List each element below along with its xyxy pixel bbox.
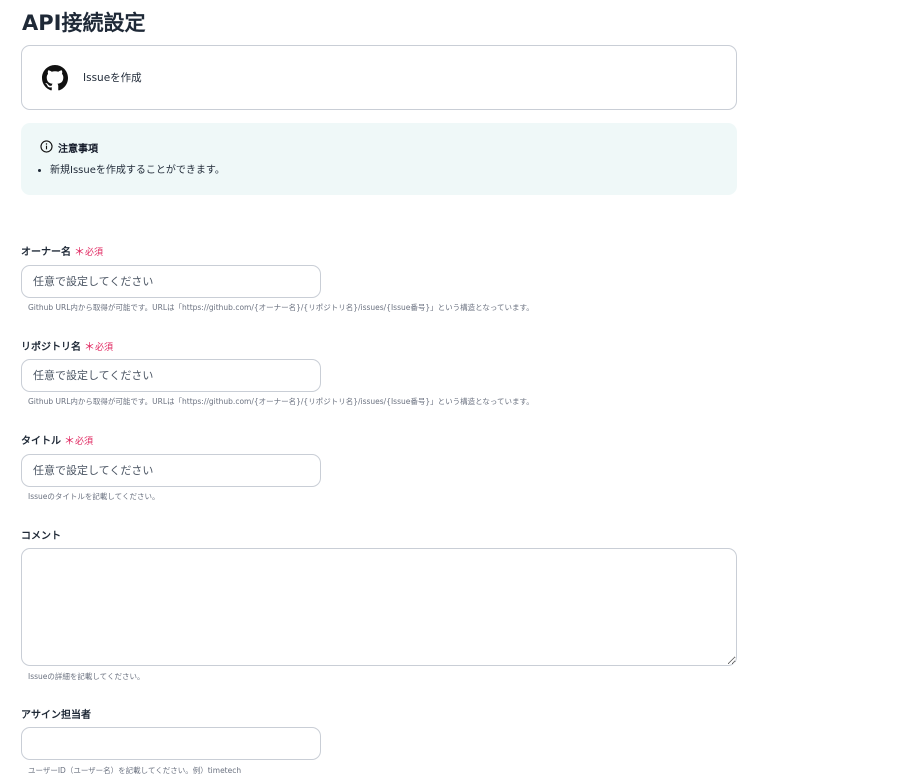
required-badge: ＊必須 xyxy=(64,434,94,447)
required-text: 必須 xyxy=(75,437,94,447)
owner-label-text: オーナー名 xyxy=(21,247,71,258)
info-icon xyxy=(40,140,53,153)
notice-item: 新規Issueを作成することができます。 xyxy=(50,161,225,176)
title-label: タイトル ＊必須 xyxy=(21,432,93,448)
repo-help: Github URL内から取得が可能です。URLは「https://github… xyxy=(28,397,534,406)
required-star: ＊ xyxy=(84,340,95,353)
owner-help: Github URL内から取得が可能です。URLは「https://github… xyxy=(28,303,534,312)
required-text: 必須 xyxy=(85,248,104,258)
notice-list: 新規Issueを作成することができます。 xyxy=(50,161,225,176)
owner-label: オーナー名 ＊必須 xyxy=(21,243,103,259)
github-icon xyxy=(42,65,68,91)
assignee-input[interactable] xyxy=(21,727,321,760)
comment-help: Issueの詳細を記載してください。 xyxy=(28,672,145,681)
title-help: Issueのタイトルを記載してください。 xyxy=(28,492,160,501)
owner-input[interactable] xyxy=(21,265,321,298)
assignee-label: アサイン担当者 xyxy=(21,710,91,721)
required-text: 必須 xyxy=(95,343,114,353)
required-badge: ＊必須 xyxy=(74,245,104,258)
comment-label: コメント xyxy=(21,531,61,542)
repo-label-text: リポジトリ名 xyxy=(21,342,81,353)
required-star: ＊ xyxy=(74,245,85,258)
page-title: API接続設定 xyxy=(22,11,146,35)
repo-input[interactable] xyxy=(21,359,321,392)
repo-label: リポジトリ名 ＊必須 xyxy=(21,338,113,354)
action-selector[interactable]: Issueを作成 xyxy=(21,45,737,110)
title-input[interactable] xyxy=(21,454,321,487)
title-label-text: タイトル xyxy=(21,436,61,447)
notice-box: 注意事項 新規Issueを作成することができます。 xyxy=(21,123,737,195)
notice-title: 注意事項 xyxy=(58,144,98,155)
comment-textarea[interactable] xyxy=(21,548,737,666)
action-label: Issueを作成 xyxy=(83,72,142,84)
api-settings-page: API接続設定 Issueを作成 注意事項 新規Issueを作成することができま… xyxy=(0,0,904,781)
assignee-help: ユーザーID（ユーザー名）を記載してください。例）timetech xyxy=(28,766,242,775)
required-star: ＊ xyxy=(64,434,75,447)
required-badge: ＊必須 xyxy=(84,340,114,353)
